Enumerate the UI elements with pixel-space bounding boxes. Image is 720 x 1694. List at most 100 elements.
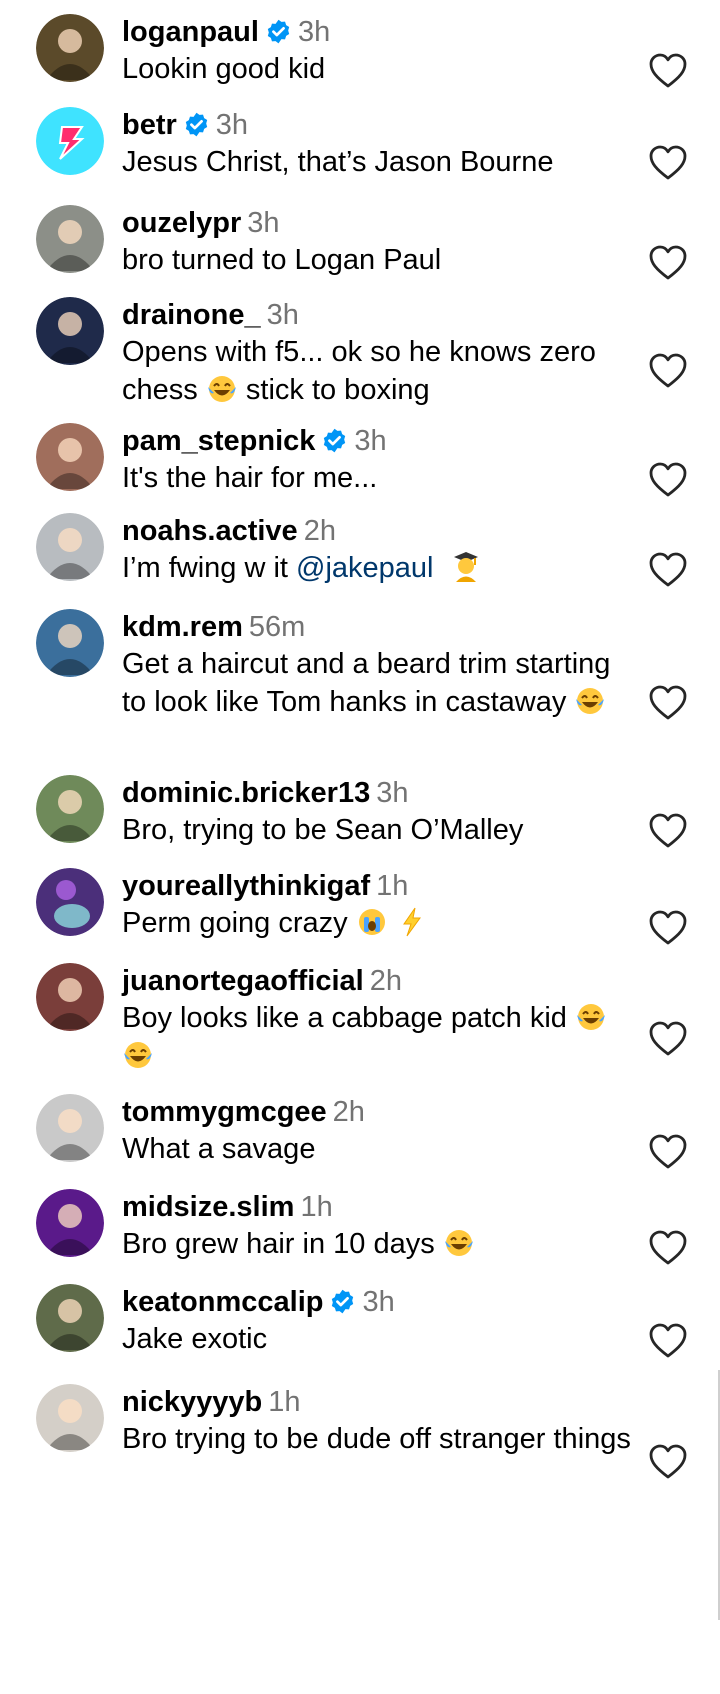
- comment-header: loganpaul 3h: [122, 14, 642, 50]
- comment-text-main: Bro, trying to be Sean O’Malley: [122, 814, 524, 846]
- avatar[interactable]: [36, 205, 104, 273]
- timestamp: 2h: [303, 515, 336, 547]
- laughing-tears-emoji: [574, 685, 606, 717]
- avatar[interactable]: [36, 609, 104, 677]
- avatar[interactable]: [36, 1384, 104, 1452]
- heart-outline-icon: [648, 1229, 688, 1267]
- avatar[interactable]: [36, 1094, 104, 1162]
- heart-outline-icon: [648, 812, 688, 850]
- avatar[interactable]: [36, 775, 104, 843]
- martial-artist-photo-avatar-icon: [36, 297, 104, 365]
- mention-link[interactable]: @jakepaul: [296, 552, 433, 584]
- comments-list: loganpaul 3h Lookin good kid betr 3h Jesus C…: [0, 0, 720, 1694]
- comment-body: loganpaul 3h Lookin good kid: [122, 14, 642, 88]
- comment-text-main: What a savage: [122, 1133, 316, 1165]
- like-button[interactable]: [648, 1229, 688, 1267]
- timestamp: 3h: [354, 425, 387, 457]
- comment-body: keatonmccalip 3h Jake exotic: [122, 1284, 642, 1358]
- like-button[interactable]: [648, 1020, 688, 1058]
- comment-text: Lookin good kid: [122, 50, 642, 88]
- comment-header: nickyyyyb 1h: [122, 1384, 642, 1420]
- comment-header: ouzelypr 3h: [122, 205, 642, 241]
- comment-header: betr 3h: [122, 107, 642, 143]
- username-link[interactable]: midsize.slim: [122, 1191, 294, 1223]
- heart-outline-icon: [648, 461, 688, 499]
- comment-header: dominic.bricker13 3h: [122, 775, 642, 811]
- comment-text: Get a haircut and a beard trim starting …: [122, 645, 642, 721]
- like-button[interactable]: [648, 909, 688, 947]
- comment-header: kdm.rem 56m: [122, 609, 642, 645]
- username-link[interactable]: ouzelypr: [122, 207, 241, 239]
- comment-body: youreallythinkigaf 1h Perm going crazy: [122, 868, 642, 942]
- like-button[interactable]: [648, 684, 688, 722]
- crying-face-emoji: [356, 906, 388, 938]
- timestamp: 1h: [376, 870, 409, 902]
- avatar[interactable]: [36, 1284, 104, 1352]
- username-link[interactable]: loganpaul: [122, 16, 259, 48]
- username-link[interactable]: youreallythinkigaf: [122, 870, 370, 902]
- avatar[interactable]: [36, 423, 104, 491]
- timestamp: 2h: [332, 1096, 365, 1128]
- bike-photo-avatar-icon: [36, 1094, 104, 1162]
- avatar[interactable]: [36, 1189, 104, 1257]
- group-photo-avatar-icon: [36, 423, 104, 491]
- car-photo-avatar-icon: [36, 609, 104, 677]
- username-link[interactable]: tommygmcgee: [122, 1096, 327, 1128]
- like-button[interactable]: [648, 144, 688, 182]
- timestamp: 1h: [268, 1386, 301, 1418]
- timestamp: 56m: [248, 611, 306, 643]
- comment-body: tommygmcgee 2h What a savage: [122, 1094, 642, 1168]
- comment-header: tommygmcgee 2h: [122, 1094, 642, 1130]
- username-link[interactable]: keatonmccalip: [122, 1286, 323, 1318]
- like-button[interactable]: [648, 244, 688, 282]
- like-button[interactable]: [648, 1322, 688, 1360]
- purple-figure-avatar-icon: [36, 868, 104, 936]
- neon-photo-avatar-icon: [36, 1189, 104, 1257]
- like-button[interactable]: [648, 461, 688, 499]
- cap-photo-avatar-icon: [36, 1284, 104, 1352]
- avatar[interactable]: [36, 963, 104, 1031]
- comment-header: youreallythinkigaf 1h: [122, 868, 642, 904]
- comment-text-main: Jake exotic: [122, 1323, 268, 1355]
- username-link[interactable]: nickyyyyb: [122, 1386, 262, 1418]
- heart-outline-icon: [648, 1133, 688, 1171]
- avatar[interactable]: [36, 868, 104, 936]
- comment-body: nickyyyyb 1h Bro trying to be dude off str…: [122, 1384, 642, 1458]
- like-button[interactable]: [648, 352, 688, 390]
- comment-text: Bro, trying to be Sean O’Malley: [122, 811, 642, 849]
- family-photo-avatar-icon: [36, 775, 104, 843]
- gym-photo-avatar-icon: [36, 513, 104, 581]
- comment-text-main: Lookin good kid: [122, 53, 326, 85]
- username-link[interactable]: betr: [122, 109, 177, 141]
- username-link[interactable]: juanortegaofficial: [122, 965, 364, 997]
- comment-text: What a savage: [122, 1130, 642, 1168]
- username-link[interactable]: dominic.bricker13: [122, 777, 370, 809]
- avatar[interactable]: [36, 297, 104, 365]
- comment-body: ouzelypr 3h bro turned to Logan Paul: [122, 205, 642, 279]
- timestamp: 3h: [376, 777, 409, 809]
- child-photo-avatar-icon: [36, 205, 104, 273]
- username-link[interactable]: noahs.active: [122, 515, 298, 547]
- avatar[interactable]: [36, 14, 104, 82]
- comment-text: Boy looks like a cabbage patch kid: [122, 999, 642, 1075]
- like-button[interactable]: [648, 52, 688, 90]
- comment-text-main: It's the hair for me...: [122, 462, 378, 494]
- username-link[interactable]: kdm.rem: [122, 611, 243, 643]
- username-link[interactable]: pam_stepnick: [122, 425, 315, 457]
- comment-text: Jake exotic: [122, 1320, 642, 1358]
- timestamp: 3h: [215, 109, 249, 141]
- comment-text: Perm going crazy: [122, 904, 642, 942]
- like-button[interactable]: [648, 1443, 688, 1481]
- comment-text: It's the hair for me...: [122, 459, 642, 497]
- username-link[interactable]: drainone_: [122, 299, 261, 331]
- avatar[interactable]: [36, 107, 104, 175]
- like-button[interactable]: [648, 1133, 688, 1171]
- comment-header: keatonmccalip 3h: [122, 1284, 642, 1320]
- verified-badge-icon: [329, 1288, 356, 1315]
- avatar[interactable]: [36, 513, 104, 581]
- like-button[interactable]: [648, 551, 688, 589]
- verified-badge-icon: [183, 111, 210, 138]
- comment-body: kdm.rem 56m Get a haircut and a beard trim…: [122, 609, 642, 721]
- timestamp: 3h: [362, 1286, 395, 1318]
- like-button[interactable]: [648, 812, 688, 850]
